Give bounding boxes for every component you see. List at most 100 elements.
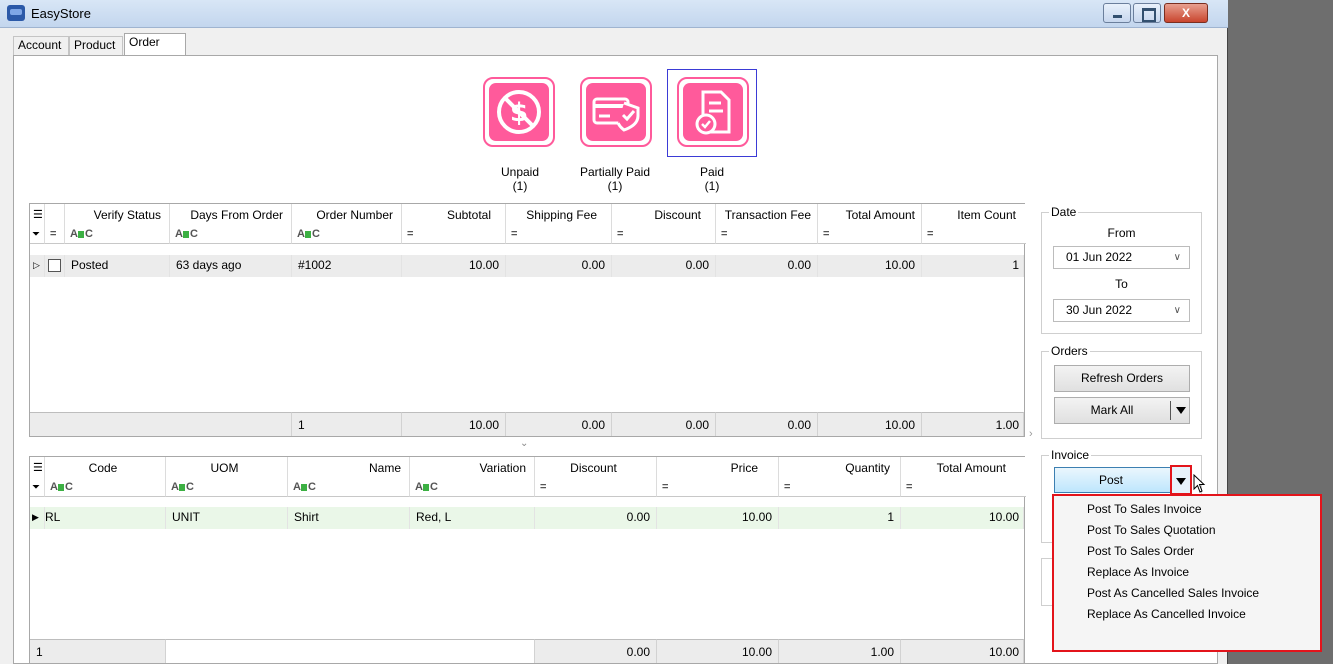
footer-total-amount: 10.00 (901, 639, 1024, 663)
col-variation[interactable]: Variation AC (410, 457, 535, 497)
col-order-number[interactable]: Order Number AC (292, 204, 402, 244)
col-code[interactable]: Code AC (45, 457, 166, 497)
footer-count: 1 (30, 639, 166, 663)
column-chooser-icon[interactable]: ☰ (33, 461, 43, 474)
col-days-from-order[interactable]: Days From Order AC (170, 204, 292, 244)
table-row[interactable]: ▷ Posted 63 days ago #1002 10.00 0.00 0.… (30, 255, 1024, 277)
unpaid-filter-button[interactable]: $ (483, 77, 555, 147)
equals-filter-icon[interactable]: = (721, 228, 727, 240)
unpaid-count: (1) (512, 179, 528, 193)
text-filter-icon[interactable]: AC (297, 228, 320, 240)
col-subtotal[interactable]: Subtotal = (402, 204, 506, 244)
filter-icon[interactable]: ⏷ (32, 229, 40, 240)
menu-item-post-to-sales-quotation[interactable]: Post To Sales Quotation (1054, 520, 1320, 541)
footer-price: 10.00 (657, 639, 779, 663)
from-date-picker[interactable]: 01 Jun 2022 ∨ (1053, 246, 1190, 269)
footer-subtotal: 10.00 (402, 412, 506, 436)
text-filter-icon[interactable]: AC (293, 481, 316, 493)
menu-item-post-to-sales-order[interactable]: Post To Sales Order (1054, 541, 1320, 562)
row-checkbox[interactable] (45, 255, 65, 277)
mark-all-dropdown-arrow[interactable] (1172, 397, 1190, 424)
cell-transaction-fee: 0.00 (716, 255, 818, 277)
text-filter-icon[interactable]: AC (175, 228, 198, 240)
footer-transaction-fee: 0.00 (716, 412, 818, 436)
cell-subtotal: 10.00 (402, 255, 506, 277)
col-total-amount[interactable]: Total Amount = (901, 457, 1026, 497)
grid-menu-cell[interactable]: ☰ ⏷ (30, 457, 45, 497)
paid-count: (1) (704, 179, 720, 193)
minimize-button[interactable] (1103, 3, 1131, 23)
equals-filter-icon[interactable]: = (927, 228, 933, 240)
menu-item-post-to-sales-invoice[interactable]: Post To Sales Invoice (1054, 499, 1320, 520)
split-divider (1170, 401, 1171, 420)
equals-filter-icon[interactable]: = (511, 228, 517, 240)
cell-variation: Red, L (410, 507, 535, 529)
filter-icon[interactable]: ⏷ (32, 482, 40, 493)
menu-item-replace-as-cancelled-invoice[interactable]: Replace As Cancelled Invoice (1054, 604, 1320, 625)
equals-filter-icon[interactable]: = (407, 228, 413, 240)
paid-filter-button[interactable] (677, 77, 749, 147)
expand-row-icon[interactable]: ▷ (30, 255, 45, 277)
col-quantity[interactable]: Quantity = (779, 457, 901, 497)
post-dropdown-arrow[interactable] (1170, 465, 1192, 495)
from-date-value: 01 Jun 2022 (1066, 250, 1133, 264)
text-filter-icon[interactable]: AC (70, 228, 93, 240)
partially-paid-label-group: Partially Paid (1) (565, 165, 665, 193)
partially-paid-label: Partially Paid (579, 165, 651, 179)
cell-total-amount: 10.00 (901, 507, 1024, 529)
cell-name: Shirt (288, 507, 410, 529)
col-verify-status[interactable]: Verify Status AC (65, 204, 170, 244)
col-item-count[interactable]: Item Count = (922, 204, 1026, 244)
equals-filter-icon[interactable]: = (540, 481, 546, 493)
col-discount[interactable]: Discount = (535, 457, 657, 497)
partially-paid-filter-button[interactable] (580, 77, 652, 147)
footer-quantity: 1.00 (779, 639, 901, 663)
text-filter-icon[interactable]: AC (171, 481, 194, 493)
col-name[interactable]: Name AC (288, 457, 410, 497)
tab-order[interactable]: Order (124, 33, 186, 55)
tab-product[interactable]: Product (69, 36, 123, 55)
partially-paid-count: (1) (607, 179, 623, 193)
post-dropdown-menu: Post To Sales Invoice Post To Sales Quot… (1052, 494, 1322, 652)
col-transaction-fee[interactable]: Transaction Fee = (716, 204, 818, 244)
grid-menu-cell[interactable]: ☰ ⏷ (30, 204, 45, 244)
footer-cell (30, 412, 292, 436)
col-discount[interactable]: Discount = (612, 204, 716, 244)
col-price[interactable]: Price = (657, 457, 779, 497)
refresh-orders-button[interactable]: Refresh Orders (1054, 365, 1190, 392)
splitter-chevron-down-icon[interactable]: ⌄ (520, 438, 528, 449)
to-date-picker[interactable]: 30 Jun 2022 ∨ (1053, 299, 1190, 322)
equals-filter-icon[interactable]: = (662, 481, 668, 493)
orders-group-title: Orders (1049, 344, 1090, 358)
cell-quantity: 1 (779, 507, 901, 529)
equals-filter-icon[interactable]: = (906, 481, 912, 493)
footer-discount: 0.00 (535, 639, 657, 663)
cell-code: RL (43, 507, 166, 529)
menu-item-post-as-cancelled-sales-invoice[interactable]: Post As Cancelled Sales Invoice (1054, 583, 1320, 604)
from-label: From (1107, 226, 1136, 240)
panel-chevron-right-icon[interactable]: › (1029, 428, 1033, 440)
equals-filter-icon[interactable]: = (823, 228, 829, 240)
equals-filter-icon[interactable]: = (784, 481, 790, 493)
chevron-down-icon: ∨ (1173, 252, 1181, 263)
tab-account[interactable]: Account (13, 36, 69, 55)
paid-document-icon (695, 90, 731, 135)
menu-item-replace-as-invoice[interactable]: Replace As Invoice (1054, 562, 1320, 583)
text-filter-icon[interactable]: AC (50, 481, 73, 493)
col-uom[interactable]: UOM AC (166, 457, 288, 497)
equals-filter-icon[interactable]: = (617, 228, 623, 240)
paid-label-group: Paid (1) (662, 165, 762, 193)
col-shipping-fee[interactable]: Shipping Fee = (506, 204, 612, 244)
table-row[interactable]: ▶ RL UNIT Shirt Red, L 0.00 10.00 1 10.0… (30, 507, 1024, 529)
col-total-amount[interactable]: Total Amount = (818, 204, 922, 244)
footer-total-amount: 10.00 (818, 412, 922, 436)
column-chooser-icon[interactable]: ☰ (33, 208, 43, 221)
footer-shipping-fee: 0.00 (506, 412, 612, 436)
equals-filter-icon[interactable]: = (50, 228, 56, 240)
close-button[interactable]: X (1164, 3, 1208, 23)
maximize-button[interactable] (1133, 3, 1161, 23)
unpaid-icon: $ (497, 90, 541, 134)
cell-total-amount: 10.00 (818, 255, 922, 277)
cell-uom: UNIT (166, 507, 288, 529)
text-filter-icon[interactable]: AC (415, 481, 438, 493)
